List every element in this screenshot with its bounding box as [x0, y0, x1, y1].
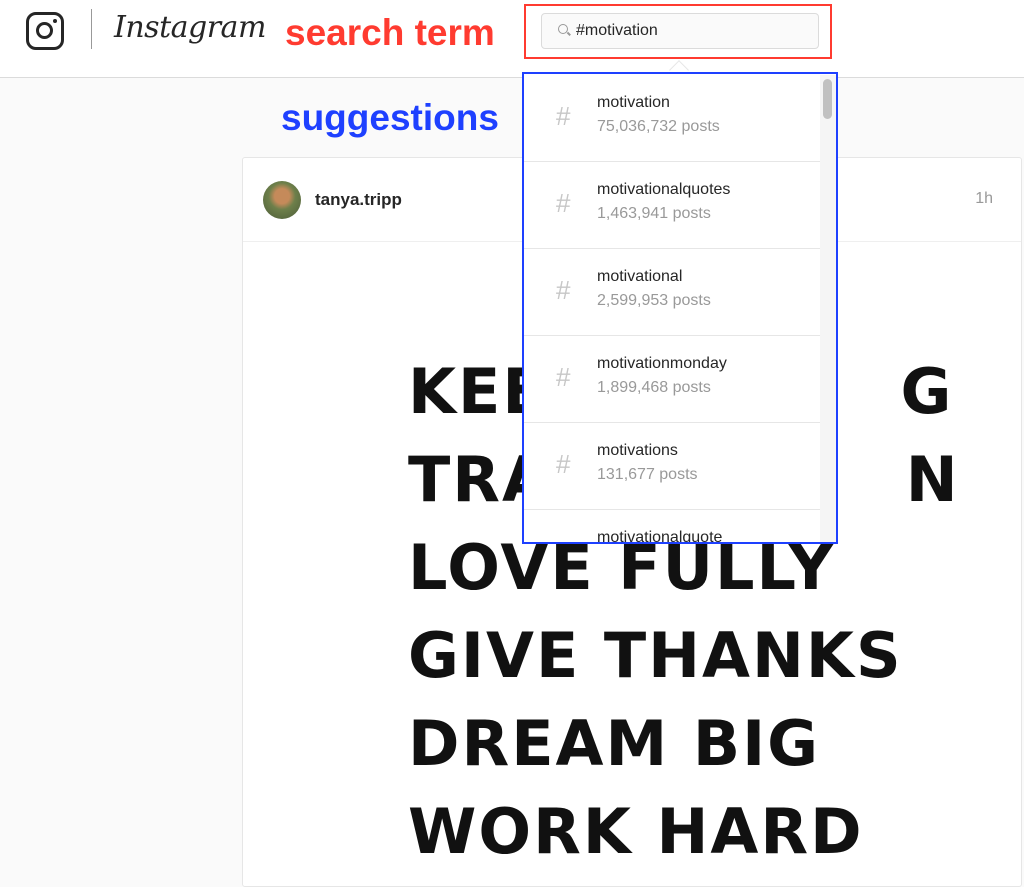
image-text-line: GIVE THANKS	[408, 619, 903, 692]
instagram-wordmark[interactable]: Instagram	[114, 10, 266, 45]
image-text-line: DREAM BIG	[408, 707, 821, 780]
username[interactable]: tanya.tripp	[315, 190, 402, 210]
divider	[91, 9, 92, 49]
avatar[interactable]	[263, 181, 301, 219]
top-nav: Instagram search term	[0, 0, 1024, 78]
post-time[interactable]: 1h	[975, 190, 993, 208]
annotation-suggestions-highlight	[522, 72, 838, 544]
image-text-line: WORK HARD	[408, 795, 864, 868]
instagram-camera-icon[interactable]	[26, 12, 64, 50]
annotation-search-term: search term	[285, 12, 495, 53]
annotation-search-box-highlight	[524, 4, 832, 59]
annotation-suggestions: suggestions	[281, 97, 499, 138]
